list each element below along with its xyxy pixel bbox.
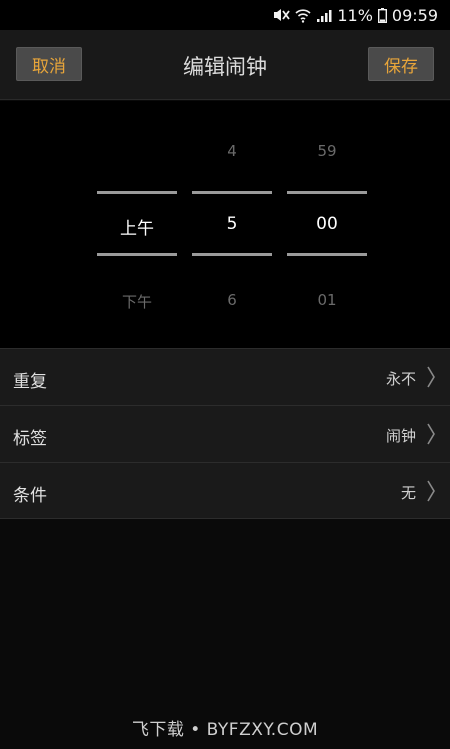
minute-next-value: 01 bbox=[317, 291, 337, 309]
save-button[interactable]: 保存 bbox=[368, 47, 434, 81]
hour-prev-value: 4 bbox=[227, 142, 237, 160]
hour-next-value: 6 bbox=[227, 291, 237, 309]
hour-selected-value: 5 bbox=[226, 214, 238, 234]
selection-line-bottom bbox=[192, 253, 272, 256]
minute-wheel[interactable]: 59 00 01 bbox=[287, 101, 367, 348]
battery-icon bbox=[377, 7, 387, 23]
setting-value: 永不 bbox=[385, 370, 416, 388]
minute-selected-value: 00 bbox=[316, 214, 338, 234]
selection-line-top bbox=[97, 191, 177, 194]
ampm-next-value: 下午 bbox=[121, 293, 152, 311]
label-row[interactable]: 标签 闹钟 bbox=[0, 405, 450, 462]
minute-prev-value: 59 bbox=[317, 142, 337, 160]
wifi-icon bbox=[295, 8, 311, 23]
setting-label: 标签 bbox=[13, 429, 47, 449]
selection-line-top bbox=[192, 191, 272, 194]
chevron-right-icon bbox=[426, 479, 436, 507]
hour-wheel[interactable]: 4 5 6 bbox=[192, 101, 272, 348]
ampm-selected-value: 上午 bbox=[120, 219, 154, 239]
selection-line-bottom bbox=[97, 253, 177, 256]
alarm-settings-list: 重复 永不 标签 闹钟 条件 无 bbox=[0, 348, 450, 519]
setting-label: 重复 bbox=[13, 372, 47, 392]
selection-line-top bbox=[287, 191, 367, 194]
title-bar: 取消 编辑闹钟 保存 bbox=[0, 30, 450, 100]
time-picker: 上午 下午 4 5 6 59 00 01 bbox=[0, 101, 450, 348]
repeat-row[interactable]: 重复 永不 bbox=[0, 348, 450, 405]
status-bar: 11% 09:59 bbox=[0, 0, 450, 30]
setting-value: 闹钟 bbox=[385, 427, 416, 445]
chevron-right-icon bbox=[426, 365, 436, 393]
setting-value: 无 bbox=[400, 484, 416, 502]
clock-time: 09:59 bbox=[391, 5, 438, 25]
ampm-wheel[interactable]: 上午 下午 bbox=[97, 101, 177, 348]
selection-line-bottom bbox=[287, 253, 367, 256]
chevron-right-icon bbox=[426, 422, 436, 450]
watermark-text: 飞下载 • BYFZXY.COM bbox=[131, 720, 319, 740]
mute-icon bbox=[272, 7, 291, 23]
status-icons: 11% 09:59 bbox=[272, 5, 438, 25]
condition-row[interactable]: 条件 无 bbox=[0, 462, 450, 519]
signal-icon bbox=[316, 8, 332, 23]
setting-label: 条件 bbox=[13, 486, 47, 506]
battery-percent: 11% bbox=[337, 5, 373, 25]
